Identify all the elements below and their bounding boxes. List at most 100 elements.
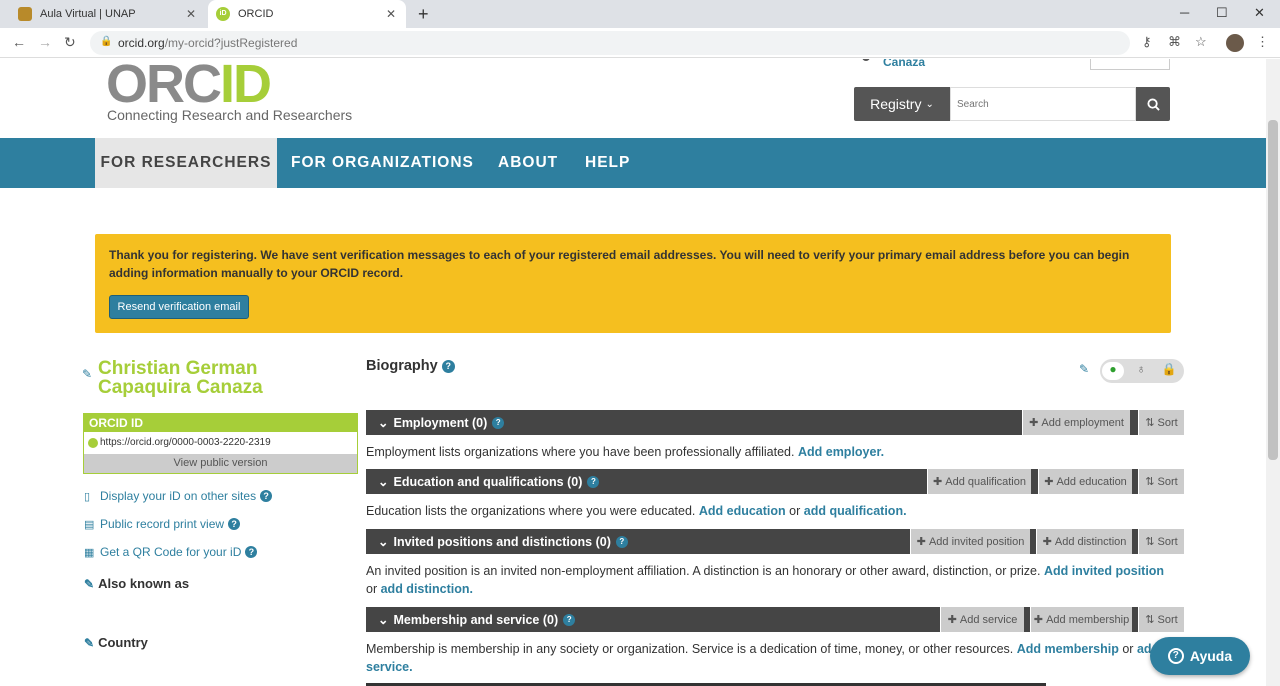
add-distinction-link[interactable]: add distinction.	[381, 582, 473, 596]
user-name-link[interactable]: Canaza	[883, 59, 925, 69]
view-public-version-button[interactable]: View public version	[84, 454, 357, 473]
add-employer-link[interactable]: Add employer.	[798, 445, 884, 459]
orcid-logo[interactable]: ORCID	[106, 59, 272, 111]
sort-button[interactable]: ⇅ Sort	[1138, 410, 1184, 435]
qr-code-link[interactable]: ▦ Get a QR Code for your iD?	[84, 545, 258, 559]
display-id-link[interactable]: ▯ Display your iD on other sites?	[84, 489, 273, 503]
close-tab-icon[interactable]: ✕	[186, 7, 196, 21]
name-line-2: Capaquira Canaza	[98, 377, 263, 398]
help-icon[interactable]: ?	[228, 518, 241, 530]
tagline: Connecting Research and Researchers	[107, 107, 353, 123]
nav-about[interactable]: ABOUT	[498, 138, 558, 188]
button-label: Add employment	[1041, 416, 1124, 429]
close-window-icon[interactable]: ✕	[1254, 5, 1265, 21]
researcher-name: Christian German Capaquira Canaza	[98, 359, 263, 397]
translate-icon[interactable]: ⌘	[1168, 34, 1181, 50]
add-service-button[interactable]: ✚ Add service	[940, 607, 1024, 632]
scrollbar-thumb[interactable]	[1268, 120, 1278, 460]
search-button[interactable]	[1136, 87, 1170, 121]
add-invited-position-link[interactable]: Add invited position	[1044, 564, 1164, 578]
sort-button[interactable]: ⇅ Sort	[1138, 469, 1184, 494]
help-chat-label: Ayuda	[1189, 648, 1233, 664]
sort-button[interactable]: ⇅ Sort	[1138, 607, 1184, 632]
button-label: Add membership	[1046, 613, 1130, 626]
help-icon[interactable]: ?	[615, 535, 628, 548]
country[interactable]: ✎ Country	[84, 635, 148, 650]
menu-dots-icon[interactable]: ⋮	[1256, 34, 1269, 50]
qr-code-label: Get a QR Code for your iD	[100, 545, 242, 559]
description-text: Employment lists organizations where you…	[366, 445, 795, 459]
privacy-toggle[interactable]: ● ♁ 🔒	[1100, 359, 1184, 383]
reload-icon[interactable]: ↻	[64, 34, 76, 51]
add-invited-position-button[interactable]: ✚ Add invited position	[910, 529, 1030, 554]
help-icon[interactable]: ?	[260, 490, 273, 502]
or-text: or	[789, 504, 801, 518]
help-icon[interactable]: ?	[563, 613, 576, 626]
add-education-button[interactable]: ✚ Add education	[1038, 469, 1132, 494]
also-known-as[interactable]: ✎ Also known as	[84, 576, 189, 591]
section-title: Employment (0)	[393, 415, 488, 430]
forward-icon[interactable]: →	[38, 34, 52, 50]
public-visibility-icon[interactable]: ●	[1102, 362, 1124, 380]
resend-verification-button[interactable]: Resend verification email	[109, 295, 249, 319]
lock-icon: 🔒	[100, 36, 113, 47]
name-line-1: Christian German	[98, 358, 258, 379]
orcid-favicon-icon: iD	[216, 7, 230, 21]
membership-description: Membership is membership in any society …	[366, 640, 1176, 676]
url-field[interactable]: 🔒 orcid.org/my-orcid?justRegistered	[90, 31, 1130, 55]
help-icon[interactable]: ?	[492, 416, 505, 429]
help-icon[interactable]: ?	[441, 359, 455, 373]
help-icon[interactable]: ?	[245, 546, 258, 558]
minimize-icon[interactable]: ─	[1180, 5, 1189, 20]
back-icon[interactable]: ←	[12, 34, 26, 50]
registry-dropdown[interactable]: Registry ⌄	[854, 87, 950, 121]
description-text: Education lists the organizations where …	[366, 504, 696, 518]
private-lock-icon[interactable]: 🔒	[1158, 362, 1180, 380]
orcid-uri[interactable]: https://orcid.org/0000-0003-2220-2319	[84, 432, 357, 448]
signout-button[interactable]	[1090, 59, 1170, 70]
star-icon[interactable]: ☆	[1195, 34, 1207, 50]
maximize-icon[interactable]: ☐	[1216, 5, 1228, 21]
education-description: Education lists the organizations where …	[366, 502, 1176, 520]
chevron-down-icon: ⌄	[378, 613, 389, 627]
add-membership-link[interactable]: Add membership	[1017, 642, 1119, 656]
key-icon[interactable]: ⚷	[1142, 34, 1152, 50]
employment-section-header: ⌄ Employment (0)? ✚ Add employment ⇅ Sort	[366, 410, 1184, 435]
add-education-link[interactable]: Add education	[699, 504, 786, 518]
button-label: Add education	[1056, 475, 1127, 488]
tab-orcid[interactable]: iD ORCID ✕	[208, 0, 406, 28]
membership-toggle[interactable]: ⌄ Membership and service (0)?	[378, 612, 576, 627]
trusted-visibility-icon[interactable]: ♁	[1130, 362, 1152, 380]
nav-for-organizations[interactable]: FOR ORGANIZATIONS	[291, 138, 474, 188]
button-label: Add distinction	[1054, 535, 1127, 548]
edit-biography-pencil-icon[interactable]: ✎	[1079, 362, 1089, 376]
sort-button[interactable]: ⇅ Sort	[1138, 529, 1184, 554]
qr-code-icon: ▦	[84, 546, 95, 559]
print-view-label: Public record print view	[100, 517, 225, 531]
nav-help[interactable]: HELP	[585, 138, 630, 188]
add-qualification-link[interactable]: add qualification.	[804, 504, 907, 518]
new-tab-icon[interactable]: +	[418, 4, 429, 25]
add-distinction-button[interactable]: ✚ Add distinction	[1036, 529, 1132, 554]
pencil-icon: ✎	[84, 635, 95, 650]
nav-for-researchers[interactable]: FOR RESEARCHERS	[95, 138, 277, 188]
help-icon[interactable]: ?	[587, 475, 600, 488]
tab-aula-virtual[interactable]: Aula Virtual | UNAP ✕	[8, 0, 206, 28]
add-employment-button[interactable]: ✚ Add employment	[1022, 410, 1130, 435]
print-view-link[interactable]: ▤ Public record print view?	[84, 517, 241, 531]
avatar[interactable]	[1226, 34, 1244, 52]
edit-name-pencil-icon[interactable]: ✎	[82, 367, 92, 381]
add-qualification-button[interactable]: ✚ Add qualification	[927, 469, 1031, 494]
address-bar: ← → ↻ 🔒 orcid.org/my-orcid?justRegistere…	[0, 28, 1280, 58]
orcid-id-header: ORCID ID	[84, 414, 357, 432]
add-membership-button[interactable]: ✚ Add membership	[1030, 607, 1132, 632]
close-tab-icon[interactable]: ✕	[386, 7, 396, 21]
chevron-down-icon: ⌄	[378, 535, 389, 549]
education-toggle[interactable]: ⌄ Education and qualifications (0)?	[378, 474, 600, 489]
education-section-header: ⌄ Education and qualifications (0)? ✚ Add…	[366, 469, 1184, 494]
search-input[interactable]	[950, 87, 1136, 121]
button-label: Add invited position	[928, 535, 1025, 548]
help-chat-button[interactable]: ? Ayuda	[1150, 637, 1250, 675]
employment-toggle[interactable]: ⌄ Employment (0)?	[378, 415, 505, 430]
invited-positions-toggle[interactable]: ⌄ Invited positions and distinctions (0)?	[378, 534, 628, 549]
